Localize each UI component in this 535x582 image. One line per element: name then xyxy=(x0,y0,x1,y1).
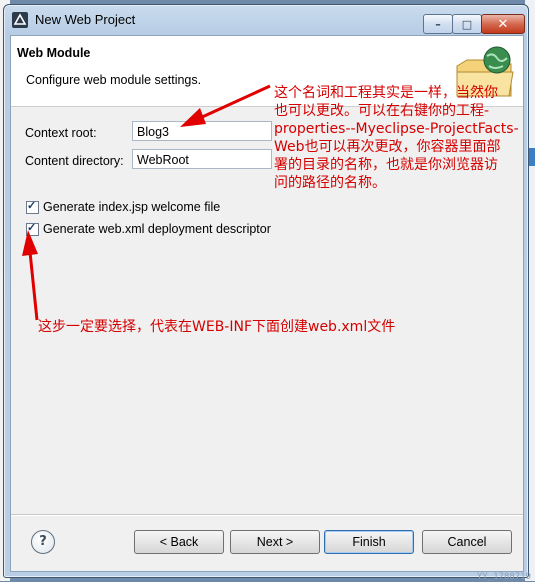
page-description: Configure web module settings. xyxy=(26,73,202,87)
close-button[interactable]: ✕ xyxy=(481,14,525,34)
minimize-icon: – xyxy=(435,17,441,31)
annotation-line: 也可以更改。可以在右键你的工程- xyxy=(274,103,490,119)
annotation-web-xml: 这步一定要选择，代表在WEB-INF下面创建web.xml文件 xyxy=(38,319,396,335)
maximize-button[interactable]: □ xyxy=(452,14,482,34)
checkmark-icon: ✓ xyxy=(27,222,37,234)
annotation-line: 署的目录的名称，也就是你浏览器访 xyxy=(274,157,498,173)
footer-divider xyxy=(11,514,523,516)
help-button[interactable]: ? xyxy=(31,530,55,554)
checkbox-box[interactable]: ✓ xyxy=(26,200,39,214)
checkmark-icon: ✓ xyxy=(27,200,37,212)
content-directory-label: Content directory: xyxy=(25,154,124,168)
annotation-line: Web也可以再次更改，你容器里面部 xyxy=(274,139,501,155)
annotation-line: 问的路径的名称。 xyxy=(274,175,386,191)
annotation-line: 这个名词和工程其实是一样，当然你 xyxy=(274,85,498,101)
window-title: New Web Project xyxy=(35,12,136,27)
minimize-button[interactable]: – xyxy=(423,14,453,34)
next-button[interactable]: Next > xyxy=(230,530,320,554)
finish-button[interactable]: Finish xyxy=(324,530,414,554)
maximize-icon: □ xyxy=(461,17,473,31)
close-icon: ✕ xyxy=(497,16,509,32)
checkbox-label: Generate index.jsp welcome file xyxy=(43,200,221,214)
content-directory-input[interactable]: WebRoot xyxy=(132,149,272,169)
myeclipse-icon xyxy=(12,12,28,28)
title-bar[interactable]: New Web Project – □ ✕ xyxy=(4,5,528,34)
back-button[interactable]: < Back xyxy=(134,530,224,554)
context-root-input[interactable]: Blog3 xyxy=(132,121,272,141)
page-title: Web Module xyxy=(17,46,91,60)
annotation-context-root: 这个名词和工程其实是一样，当然你 也可以更改。可以在右键你的工程- proper… xyxy=(274,84,532,192)
checkbox-label: Generate web.xml deployment descriptor xyxy=(43,222,271,236)
cancel-button[interactable]: Cancel xyxy=(422,530,512,554)
context-root-label: Context root: xyxy=(25,126,97,140)
checkbox-box[interactable]: ✓ xyxy=(26,222,39,236)
annotation-line: properties--Myeclipse-ProjectFacts- xyxy=(274,121,519,137)
